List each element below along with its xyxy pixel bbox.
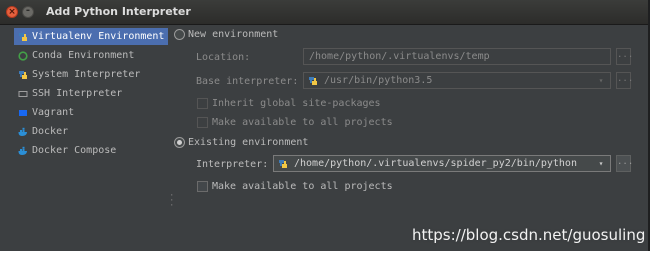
sidebar-item-label: Docker Compose bbox=[32, 145, 117, 156]
new-env-make-available-checkbox[interactable] bbox=[197, 117, 208, 128]
sidebar-item-ssh[interactable]: SSH Interpreter bbox=[14, 85, 168, 102]
title-bar: × - Add Python Interpreter bbox=[0, 0, 648, 25]
existing-environment-radio[interactable] bbox=[174, 137, 185, 148]
dialog-title: Add Python Interpreter bbox=[46, 5, 191, 18]
sidebar-item-vagrant[interactable]: Vagrant bbox=[14, 104, 168, 121]
sidebar-item-conda[interactable]: Conda Environment bbox=[14, 47, 168, 64]
sidebar-item-virtualenv[interactable]: Virtualenv Environment bbox=[14, 28, 168, 45]
location-label: Location: bbox=[196, 52, 251, 63]
sidebar-item-docker-compose[interactable]: Docker Compose bbox=[14, 142, 168, 159]
existing-environment-label: Existing environment bbox=[188, 137, 309, 148]
python-icon bbox=[19, 71, 27, 79]
interpreter-label: Interpreter: bbox=[196, 159, 269, 170]
docker-compose-icon bbox=[18, 146, 27, 155]
python-icon bbox=[309, 77, 317, 85]
existing-env-make-available-checkbox[interactable] bbox=[197, 181, 208, 192]
base-interpreter-select[interactable]: /usr/bin/python3.5 ▾ bbox=[303, 72, 611, 89]
sidebar-item-docker[interactable]: Docker bbox=[14, 123, 168, 140]
python-icon bbox=[279, 160, 287, 168]
vagrant-icon bbox=[19, 110, 27, 116]
new-env-make-available-label: Make available to all projects bbox=[212, 117, 393, 128]
chevron-down-icon: ▾ bbox=[598, 76, 604, 85]
new-environment-label: New environment bbox=[188, 29, 279, 40]
add-interpreter-dialog: × - Add Python Interpreter Virtualenv En… bbox=[0, 0, 650, 251]
sidebar-item-label: Docker bbox=[32, 126, 69, 137]
inherit-site-packages-label: Inherit global site-packages bbox=[212, 98, 381, 109]
sidebar-item-system[interactable]: System Interpreter bbox=[14, 66, 168, 83]
base-interpreter-label: Base interpreter: bbox=[196, 76, 299, 87]
base-interpreter-browse-button[interactable]: ... bbox=[616, 72, 633, 89]
sidebar-item-label: SSH Interpreter bbox=[32, 88, 123, 99]
base-interpreter-value: /usr/bin/python3.5 bbox=[324, 75, 433, 86]
virtualenv-icon bbox=[19, 33, 27, 41]
location-browse-button[interactable]: ... bbox=[616, 48, 633, 65]
sidebar-item-label: Vagrant bbox=[32, 107, 75, 118]
sidebar-item-label: Virtualenv Environment bbox=[32, 31, 165, 42]
inherit-site-packages-checkbox[interactable] bbox=[197, 98, 208, 109]
sidebar-item-label: System Interpreter bbox=[32, 69, 141, 80]
splitter-handle[interactable]: · · · bbox=[169, 192, 174, 211]
minimize-window-button[interactable]: - bbox=[22, 6, 34, 18]
new-environment-radio[interactable] bbox=[174, 29, 185, 40]
location-field[interactable]: /home/python/.virtualenvs/temp bbox=[303, 48, 611, 65]
interpreter-type-list: Virtualenv Environment Conda Environment… bbox=[14, 28, 168, 248]
watermark: https://blog.csdn.net/guosuling bbox=[412, 226, 646, 244]
chevron-down-icon: ▾ bbox=[598, 159, 604, 168]
close-window-button[interactable]: × bbox=[6, 6, 18, 18]
interpreter-browse-button[interactable]: ... bbox=[616, 155, 633, 172]
interpreter-value: /home/python/.virtualenvs/spider_py2/bin… bbox=[294, 158, 577, 169]
sidebar-item-label: Conda Environment bbox=[32, 50, 135, 61]
conda-icon bbox=[18, 51, 28, 61]
docker-icon bbox=[18, 127, 27, 136]
existing-env-make-available-label: Make available to all projects bbox=[212, 181, 393, 192]
ssh-icon bbox=[18, 91, 28, 97]
interpreter-select[interactable]: /home/python/.virtualenvs/spider_py2/bin… bbox=[273, 155, 611, 172]
